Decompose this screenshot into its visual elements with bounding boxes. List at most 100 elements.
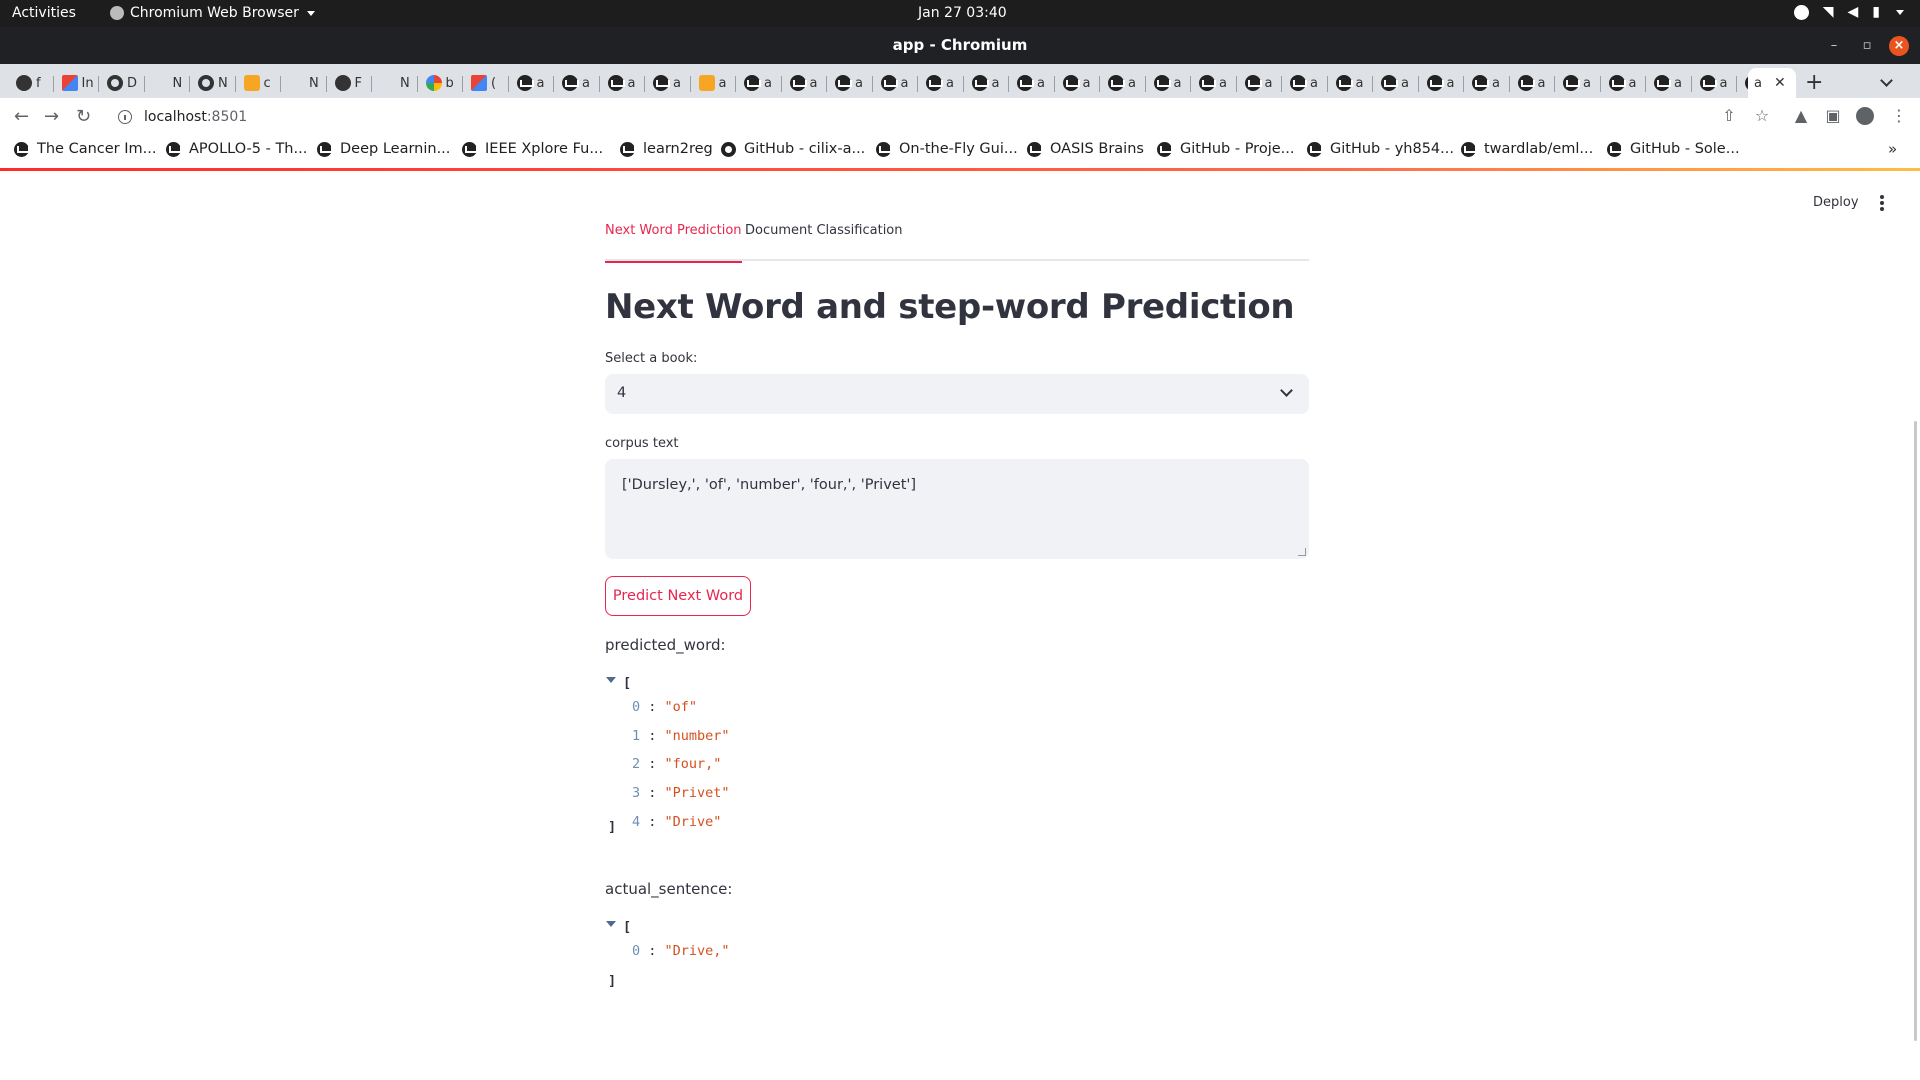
browser-tab[interactable]: a	[556, 68, 600, 98]
browser-tab[interactable]: In	[56, 68, 99, 98]
bookmark-item[interactable]: GitHub - yh854...	[1307, 141, 1454, 157]
collapse-toggle-icon[interactable]	[606, 921, 616, 927]
browser-tab[interactable]: a	[1603, 68, 1646, 98]
system-tray[interactable]: ◥ ◀ ▮	[1793, 4, 1904, 20]
tab-close-icon[interactable]: ✕	[1774, 75, 1786, 91]
tab-title: a	[1401, 75, 1409, 91]
browser-tab[interactable]: a	[1375, 68, 1419, 98]
json-index: 0	[632, 943, 641, 959]
bookmark-site-icon	[1027, 141, 1043, 157]
bookmark-item[interactable]: GitHub - cilix-a...	[721, 141, 865, 157]
browser-tab[interactable]: a	[1284, 68, 1328, 98]
browser-tab[interactable]: a	[511, 68, 554, 98]
browser-tab[interactable]: a	[784, 68, 827, 98]
browser-tab[interactable]: a	[1512, 68, 1555, 98]
browser-tab[interactable]: N	[374, 68, 418, 98]
tab-title: a	[1628, 75, 1637, 91]
app-menu[interactable]: Chromium Web Browser	[110, 5, 315, 21]
tab-next-word-prediction[interactable]: Next Word Prediction	[605, 217, 742, 263]
bookmark-label: The Cancer Im...	[37, 141, 157, 157]
browser-tab[interactable]: a	[1466, 68, 1510, 98]
browser-tab[interactable]: a	[1557, 68, 1601, 98]
tab-separator	[325, 76, 327, 92]
browser-tab[interactable]: a	[1421, 68, 1464, 98]
tab-search-chevron-icon[interactable]	[1880, 74, 1893, 87]
browser-tab[interactable]: D	[101, 68, 145, 98]
reload-button[interactable]: ↻	[76, 106, 91, 127]
browser-tab[interactable]: a	[1193, 68, 1237, 98]
book-select[interactable]: 4	[605, 374, 1309, 414]
browser-tab[interactable]: a	[1239, 68, 1282, 98]
activities-button[interactable]: Activities	[12, 5, 76, 21]
more-bookmarks-icon[interactable]: »	[1888, 140, 1897, 158]
browser-tab[interactable]: a	[1694, 68, 1737, 98]
collapse-toggle-icon[interactable]	[606, 677, 616, 683]
browser-tab[interactable]: (	[465, 68, 509, 98]
json-colon: :	[640, 727, 665, 744]
browser-tab[interactable]: a	[1648, 68, 1692, 98]
browser-tab[interactable]: a	[1057, 68, 1100, 98]
browser-tab[interactable]: a	[602, 68, 645, 98]
browser-tab[interactable]: b	[420, 68, 463, 98]
deploy-button[interactable]: Deploy	[1813, 195, 1859, 210]
side-panel-icon[interactable]: ▣	[1824, 107, 1842, 125]
bookmark-item[interactable]: OASIS Brains	[1027, 141, 1144, 157]
browser-tab[interactable]: c	[238, 68, 281, 98]
resize-handle-icon[interactable]	[1298, 548, 1306, 556]
site-info-icon[interactable]	[118, 110, 132, 124]
app-name: Chromium Web Browser	[130, 5, 299, 21]
tab-title: a	[1583, 75, 1591, 91]
browser-tab[interactable]: N	[283, 68, 327, 98]
bookmark-item[interactable]: GitHub - Sole...	[1607, 141, 1740, 157]
browser-tab[interactable]: a	[647, 68, 691, 98]
active-tab[interactable]: a ✕	[1748, 68, 1796, 98]
json-list-item: 0 : "of"	[632, 699, 697, 715]
bookmark-item[interactable]: IEEE Xplore Fu...	[462, 141, 603, 157]
bookmark-item[interactable]: twardlab/eml...	[1461, 141, 1593, 157]
browser-tab[interactable]: a	[966, 68, 1009, 98]
bookmark-item[interactable]: The Cancer Im...	[14, 141, 156, 157]
bookmark-star-icon[interactable]: ☆	[1753, 107, 1771, 125]
close-window-button[interactable]: ×	[1889, 36, 1909, 56]
bookmark-item[interactable]: Deep Learnin...	[317, 141, 450, 157]
browser-tab[interactable]: a	[1148, 68, 1191, 98]
bookmark-item[interactable]: GitHub - Proje...	[1157, 141, 1294, 157]
predict-next-word-button[interactable]: Predict Next Word	[605, 576, 751, 616]
minimize-button[interactable]: –	[1824, 36, 1844, 56]
corpus-text-area[interactable]: ['Dursley,', 'of', 'number', 'four,', 'P…	[605, 459, 1309, 559]
browser-tab[interactable]: N	[147, 68, 190, 98]
json-string-value: "of"	[664, 699, 698, 715]
browser-tab[interactable]: a	[693, 68, 736, 98]
maximize-button[interactable]: ▫	[1857, 36, 1877, 56]
main-menu-icon[interactable]	[1880, 195, 1884, 213]
labs-flask-icon[interactable]: ▲	[1792, 107, 1810, 125]
clock[interactable]: Jan 27 03:40	[918, 5, 1007, 21]
address-bar[interactable]: localhost:8501	[108, 103, 1773, 131]
tab-separator	[917, 76, 918, 92]
browser-tab[interactable]: a	[920, 68, 964, 98]
new-tab-button[interactable]: +	[1805, 70, 1823, 95]
forward-button[interactable]: →	[44, 106, 59, 127]
browser-tab[interactable]: N	[192, 68, 236, 98]
back-button[interactable]: ←	[14, 106, 29, 127]
browser-tab[interactable]: a	[829, 68, 873, 98]
blank-icon	[153, 75, 169, 91]
browser-menu-icon[interactable]: ⋮	[1890, 107, 1908, 125]
browser-tab[interactable]: a	[738, 68, 782, 98]
browser-tab[interactable]: a	[1011, 68, 1055, 98]
share-icon[interactable]: ⇧	[1720, 107, 1738, 125]
crown-icon	[835, 75, 852, 91]
browser-tab[interactable]: a	[1330, 68, 1373, 98]
bookmark-item[interactable]: APOLLO-5 - Th...	[166, 141, 307, 157]
profile-avatar[interactable]	[1856, 107, 1874, 125]
bookmark-label: GitHub - cilix-a...	[744, 141, 866, 157]
browser-tab[interactable]: F	[329, 68, 372, 98]
bookmark-item[interactable]: learn2reg	[620, 141, 713, 157]
tab-separator	[1554, 76, 1555, 92]
tab-document-classification[interactable]: Document Classification	[745, 217, 903, 261]
browser-tab[interactable]: f	[10, 68, 54, 98]
browser-tab[interactable]: a	[875, 68, 918, 98]
page-scrollbar[interactable]	[1914, 421, 1917, 1041]
browser-tab[interactable]: a	[1102, 68, 1146, 98]
bookmark-item[interactable]: On-the-Fly Gui...	[876, 141, 1018, 157]
